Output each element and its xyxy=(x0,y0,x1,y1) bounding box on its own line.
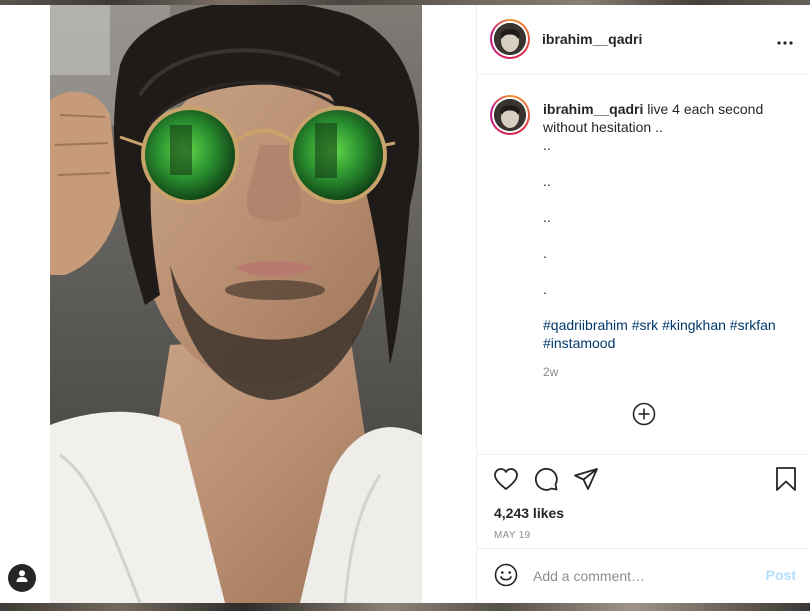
caption-first-line: ibrahim__qadri live 4 each second xyxy=(543,100,793,118)
save-button[interactable] xyxy=(773,466,799,497)
like-button[interactable] xyxy=(493,467,519,496)
hashtag-link[interactable]: #qadriibrahim xyxy=(543,317,628,333)
caption-text-line2: without hesitation .. xyxy=(543,119,663,135)
left-gutter xyxy=(0,5,50,603)
hashtag-link[interactable]: #instamood xyxy=(543,335,615,351)
caption-avatar[interactable] xyxy=(490,95,530,135)
caption-dots: .. xyxy=(543,209,551,225)
post-caption: ibrahim__qadri live 4 each second withou… xyxy=(543,100,793,316)
more-options-icon xyxy=(777,32,793,50)
hashtag-link[interactable]: #srkfan xyxy=(730,317,776,333)
hashtag-link[interactable]: #kingkhan xyxy=(662,317,726,333)
post-photo[interactable] xyxy=(50,5,422,603)
caption-time-ago[interactable]: 2w xyxy=(543,365,558,379)
caption-dots: . xyxy=(543,281,547,297)
add-circle-icon xyxy=(632,402,656,431)
load-more-comments-button[interactable] xyxy=(631,402,657,431)
likes-count[interactable]: 4,243 likes xyxy=(494,505,564,521)
paper-plane-icon xyxy=(573,467,599,496)
add-comment-bar: Post xyxy=(477,548,810,603)
caption-dots: .. xyxy=(543,137,551,153)
comment-input[interactable] xyxy=(533,565,753,587)
smiley-icon xyxy=(494,563,518,592)
bookmark-icon xyxy=(775,466,797,497)
account-button[interactable] xyxy=(8,564,36,592)
hashtag-link[interactable]: #srk xyxy=(632,317,658,333)
hashtag-list: #qadriibrahim #srk #kingkhan #srkfan #in… xyxy=(543,316,793,352)
author-username[interactable]: ibrahim__qadri xyxy=(542,31,642,47)
post-date[interactable]: MAY 19 xyxy=(494,530,530,541)
share-button[interactable] xyxy=(573,467,599,496)
background-strip-bottom xyxy=(0,603,810,611)
caption-username[interactable]: ibrahim__qadri xyxy=(543,101,643,117)
post-header: ibrahim__qadri xyxy=(477,5,810,75)
heart-icon xyxy=(493,467,519,496)
emoji-button[interactable] xyxy=(493,563,519,592)
post-details-panel: ibrahim__qadri ibrahim__qadri live 4 eac… xyxy=(476,5,810,603)
comment-button[interactable] xyxy=(533,466,559,497)
more-options-button[interactable] xyxy=(773,29,797,53)
comment-icon xyxy=(533,466,559,497)
post-comment-button[interactable]: Post xyxy=(766,567,796,583)
caption-text-line1: live 4 each second xyxy=(647,101,764,117)
user-icon xyxy=(14,568,30,589)
caption-dots: .. xyxy=(543,173,551,189)
author-avatar[interactable] xyxy=(490,19,530,59)
caption-dots: . xyxy=(543,245,547,261)
